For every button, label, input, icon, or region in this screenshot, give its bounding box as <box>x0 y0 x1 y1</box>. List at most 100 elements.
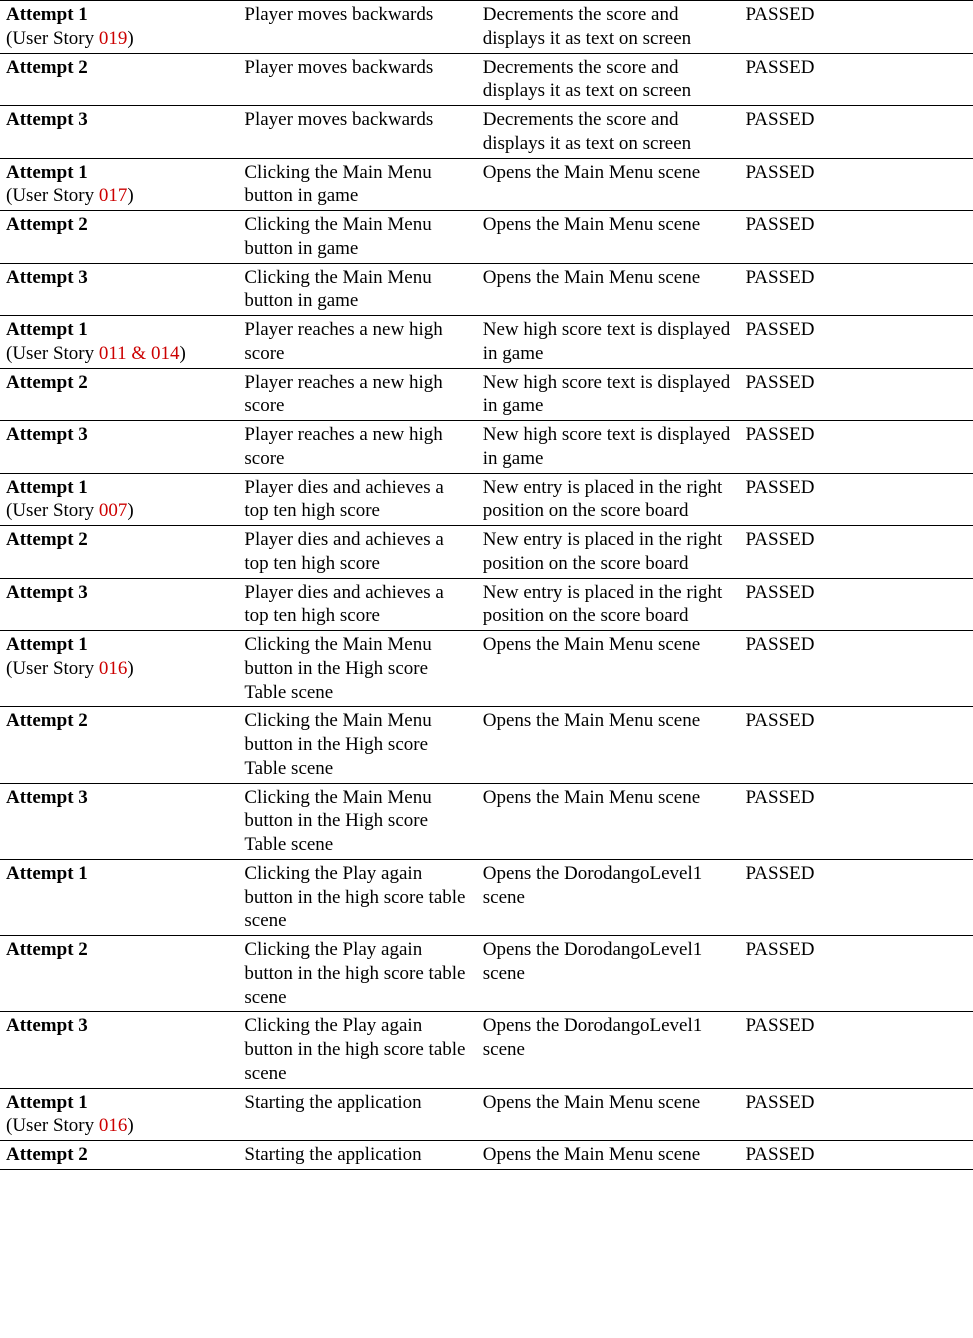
attempt-label: Attempt 1 <box>6 319 88 340</box>
result-cell: PASSED <box>739 211 973 264</box>
event-cell: Player dies and achieves a top ten high … <box>238 578 476 631</box>
attempt-label: Attempt 3 <box>6 787 88 808</box>
result-cell: PASSED <box>739 783 973 859</box>
response-cell: Opens the Main Menu scene <box>477 783 740 859</box>
story-code: 019 <box>99 28 128 49</box>
event-cell: Player moves backwards <box>238 1 476 54</box>
attempt-cell: Attempt 1 <box>0 859 238 935</box>
attempt-cell: Attempt 3 <box>0 783 238 859</box>
attempt-cell: Attempt 1(User Story 019) <box>0 1 238 54</box>
event-cell: Clicking the Play again button in the hi… <box>238 859 476 935</box>
attempt-label: Attempt 2 <box>6 214 88 235</box>
result-cell: PASSED <box>739 158 973 211</box>
test-results-table: Attempt 1(User Story 019)Player moves ba… <box>0 0 973 1170</box>
event-cell: Clicking the Main Menu button in game <box>238 263 476 316</box>
response-cell: Opens the Main Menu scene <box>477 1088 740 1141</box>
event-cell: Clicking the Main Menu button in game <box>238 158 476 211</box>
table-row: Attempt 3 Player reaches a new high score… <box>0 421 973 474</box>
attempt-cell: Attempt 1(User Story 007) <box>0 473 238 526</box>
attempt-cell: Attempt 2 <box>0 526 238 579</box>
event-cell: Starting the application <box>238 1088 476 1141</box>
table-row: Attempt 1(User Story 007)Player dies and… <box>0 473 973 526</box>
response-cell: Opens the Main Menu scene <box>477 211 740 264</box>
story-prefix: (User Story <box>6 658 99 679</box>
table-row: Attempt 1(User Story 017)Clicking the Ma… <box>0 158 973 211</box>
event-cell: Clicking the Main Menu button in the Hig… <box>238 631 476 707</box>
story-prefix: (User Story <box>6 1115 99 1136</box>
attempt-cell: Attempt 3 <box>0 106 238 159</box>
response-cell: New high score text is displayed in game <box>477 421 740 474</box>
table-row: Attempt 1 Clicking the Play again button … <box>0 859 973 935</box>
result-cell: PASSED <box>739 1 973 54</box>
response-cell: Opens the DorodangoLevel1 scene <box>477 936 740 1012</box>
event-cell: Player reaches a new high score <box>238 316 476 369</box>
story-prefix: (User Story <box>6 500 99 521</box>
response-cell: Opens the Main Menu scene <box>477 263 740 316</box>
story-suffix: ) <box>127 658 133 679</box>
result-cell: PASSED <box>739 263 973 316</box>
attempt-label: Attempt 3 <box>6 267 88 288</box>
attempt-cell: Attempt 3 <box>0 1012 238 1088</box>
attempt-cell: Attempt 1(User Story 017) <box>0 158 238 211</box>
response-cell: Decrements the score and displays it as … <box>477 1 740 54</box>
result-cell: PASSED <box>739 936 973 1012</box>
table-row: Attempt 1(User Story 016)Starting the ap… <box>0 1088 973 1141</box>
story-code: 007 <box>99 500 128 521</box>
event-cell: Clicking the Main Menu button in the Hig… <box>238 707 476 783</box>
story-prefix: (User Story <box>6 28 99 49</box>
event-cell: Player reaches a new high score <box>238 421 476 474</box>
attempt-label: Attempt 3 <box>6 424 88 445</box>
attempt-label: Attempt 2 <box>6 710 88 731</box>
table-row: Attempt 3Player moves backwardsDecrement… <box>0 106 973 159</box>
story-code: 017 <box>99 185 128 206</box>
attempt-cell: Attempt 2 <box>0 211 238 264</box>
result-cell: PASSED <box>739 526 973 579</box>
attempt-label: Attempt 2 <box>6 57 88 78</box>
event-cell: Starting the application <box>238 1141 476 1170</box>
table-row: Attempt 2Player reaches a new high score… <box>0 368 973 421</box>
event-cell: Clicking the Play again button in the hi… <box>238 1012 476 1088</box>
attempt-label: Attempt 1 <box>6 4 88 25</box>
response-cell: New entry is placed in the right positio… <box>477 473 740 526</box>
response-cell: New entry is placed in the right positio… <box>477 526 740 579</box>
story-prefix: (User Story <box>6 185 99 206</box>
attempt-label: Attempt 3 <box>6 1015 88 1036</box>
story-code: 011 & 014 <box>99 343 180 364</box>
attempt-label: Attempt 1 <box>6 634 88 655</box>
table-row: Attempt 1(User Story 019)Player moves ba… <box>0 1 973 54</box>
attempt-label: Attempt 1 <box>6 863 88 884</box>
result-cell: PASSED <box>739 707 973 783</box>
event-cell: Clicking the Main Menu button in game <box>238 211 476 264</box>
response-cell: Opens the Main Menu scene <box>477 707 740 783</box>
story-suffix: ) <box>179 343 185 364</box>
attempt-cell: Attempt 2 <box>0 53 238 106</box>
attempt-label: Attempt 2 <box>6 529 88 550</box>
result-cell: PASSED <box>739 473 973 526</box>
response-cell: Decrements the score and displays it as … <box>477 106 740 159</box>
attempt-label: Attempt 1 <box>6 477 88 498</box>
result-cell: PASSED <box>739 1012 973 1088</box>
attempt-cell: Attempt 1(User Story 016) <box>0 1088 238 1141</box>
result-cell: PASSED <box>739 53 973 106</box>
response-cell: Opens the Main Menu scene <box>477 158 740 211</box>
attempt-cell: Attempt 1 (User Story 011 & 014) <box>0 316 238 369</box>
attempt-cell: Attempt 3 <box>0 263 238 316</box>
response-cell: Opens the Main Menu scene <box>477 1141 740 1170</box>
story-suffix: ) <box>127 185 133 206</box>
table-row: Attempt 3Player dies and achieves a top … <box>0 578 973 631</box>
result-cell: PASSED <box>739 859 973 935</box>
result-cell: PASSED <box>739 421 973 474</box>
event-cell: Player dies and achieves a top ten high … <box>238 473 476 526</box>
result-cell: PASSED <box>739 1088 973 1141</box>
attempt-cell: Attempt 2 <box>0 368 238 421</box>
table-row: Attempt 2Player moves backwardsDecrement… <box>0 53 973 106</box>
response-cell: Opens the DorodangoLevel1 scene <box>477 1012 740 1088</box>
attempt-label: Attempt 1 <box>6 1092 88 1113</box>
story-suffix: ) <box>127 500 133 521</box>
attempt-label: Attempt 1 <box>6 162 88 183</box>
response-cell: Decrements the score and displays it as … <box>477 53 740 106</box>
response-cell: Opens the Main Menu scene <box>477 631 740 707</box>
story-prefix: (User Story <box>6 343 99 364</box>
attempt-cell: Attempt 1(User Story 016) <box>0 631 238 707</box>
attempt-label: Attempt 3 <box>6 109 88 130</box>
